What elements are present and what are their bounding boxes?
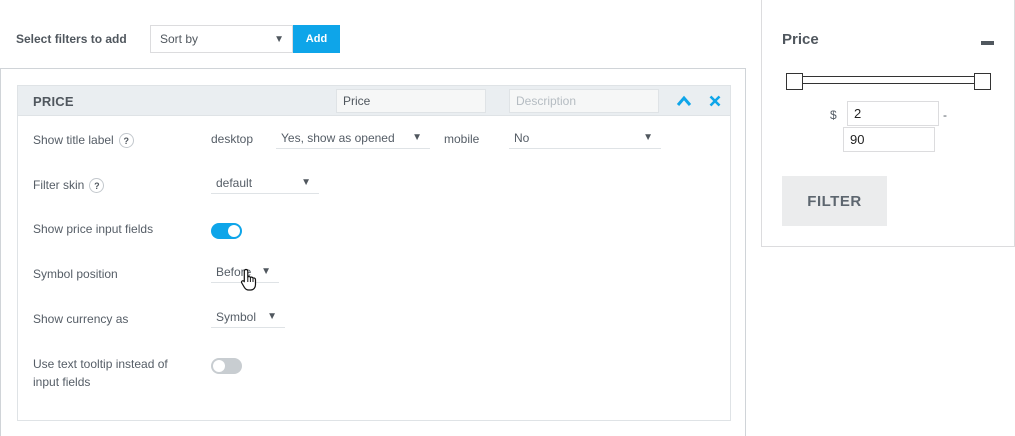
price-filter-widget: Price $ 2 - 90 FILTER <box>761 0 1015 247</box>
caret-down-icon: ▼ <box>301 177 311 188</box>
filter-button[interactable]: FILTER <box>782 176 887 226</box>
range-separator: - <box>943 108 947 122</box>
filter-skin-select[interactable]: default ▼ <box>211 172 319 194</box>
min-price-input[interactable]: 2 <box>847 101 939 126</box>
show-title-label-text: Show title label <box>33 133 114 147</box>
caret-down-icon: ▼ <box>643 132 653 143</box>
max-price-input[interactable]: 90 <box>843 127 935 152</box>
filter-settings-panel: PRICE Price Description Show title label… <box>0 68 746 436</box>
help-icon[interactable]: ? <box>89 178 105 194</box>
show-price-inputs-toggle[interactable] <box>211 223 242 239</box>
slider-min-handle[interactable] <box>786 73 803 90</box>
text-tooltip-label: Use text tooltip instead of input fields <box>33 355 168 391</box>
card-title: PRICE <box>33 94 74 109</box>
mobile-label: mobile <box>444 132 480 146</box>
show-price-inputs-label: Show price input fields <box>33 222 154 236</box>
desktop-title-select[interactable]: Yes, show as opened ▼ <box>276 127 430 149</box>
toggle-knob <box>213 360 225 372</box>
filter-skin-text: Filter skin <box>33 178 85 192</box>
desktop-label: desktop <box>211 132 254 146</box>
caret-down-icon: ▼ <box>261 266 271 277</box>
slider-max-handle[interactable] <box>974 73 991 90</box>
mobile-title-select[interactable]: No ▼ <box>509 127 661 149</box>
chevron-up-icon[interactable] <box>675 92 693 110</box>
caret-down-icon: ▼ <box>267 311 277 322</box>
widget-title: Price <box>782 31 819 48</box>
symbol-position-label: Symbol position <box>33 267 118 281</box>
price-slider-track[interactable] <box>794 76 984 84</box>
show-title-label-row: Show title label? <box>33 131 134 149</box>
text-tooltip-toggle[interactable] <box>211 358 242 374</box>
show-currency-as-select[interactable]: Symbol ▼ <box>211 306 285 328</box>
toggle-knob <box>228 225 240 237</box>
filter-skin-row: Filter skin? <box>33 176 105 194</box>
mobile-title-value: No <box>514 130 530 145</box>
minus-icon[interactable] <box>981 41 994 45</box>
close-icon[interactable] <box>706 92 724 110</box>
show-currency-as-label: Show currency as <box>33 312 129 326</box>
filter-title-input[interactable]: Price <box>336 89 486 113</box>
add-filter-button[interactable]: Add <box>293 25 340 53</box>
show-currency-as-value: Symbol <box>216 309 257 324</box>
help-icon[interactable]: ? <box>118 133 134 149</box>
caret-down-icon: ▼ <box>412 132 422 143</box>
caret-down-icon: ▼ <box>274 34 284 45</box>
sort-by-value: Sort by <box>160 32 199 46</box>
price-filter-card: PRICE Price Description Show title label… <box>17 85 731 421</box>
filter-description-input[interactable]: Description <box>509 89 659 113</box>
currency-symbol: $ <box>830 108 837 122</box>
filter-skin-value: default <box>216 175 253 190</box>
text-tooltip-label-line2: input fields <box>33 375 91 389</box>
desktop-title-value: Yes, show as opened <box>281 130 395 145</box>
text-tooltip-label-line1: Use text tooltip instead of <box>33 357 168 371</box>
card-header: PRICE Price Description <box>18 86 730 116</box>
sort-by-select[interactable]: Sort by ▼ <box>150 25 293 53</box>
filter-toolbar: Select filters to add Sort by ▼ Add <box>16 25 340 53</box>
toolbar-label: Select filters to add <box>16 32 127 46</box>
hand-pointer-icon <box>240 268 257 291</box>
